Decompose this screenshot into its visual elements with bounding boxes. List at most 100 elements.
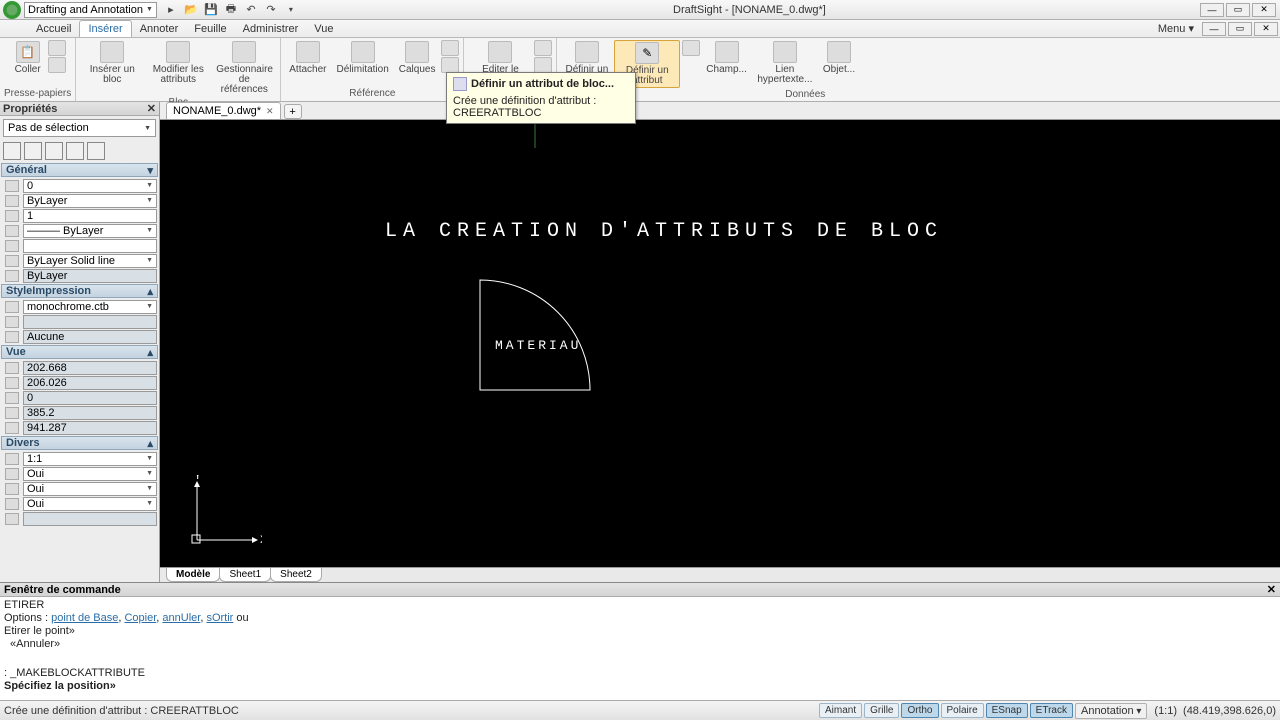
object-button[interactable]: Objet... [819,40,859,76]
section-divers[interactable]: Divers▴ [1,436,158,450]
tab-close-icon[interactable]: ✕ [266,106,274,117]
drawing-canvas[interactable]: LA CREATION D'ATTRIBUTS DE BLOC MATERIAU… [160,120,1280,567]
status-toggle-aimant[interactable]: Aimant [819,703,862,718]
field-button[interactable]: Champ... [702,40,751,76]
cut-icon[interactable] [48,40,66,56]
prop-tool-2[interactable] [24,142,42,160]
property-row[interactable]: 1 [1,208,158,223]
menu-annoter[interactable]: Annoter [132,21,187,37]
document-tab[interactable]: NONAME_0.dwg*✕ [166,102,281,119]
property-value[interactable]: 1 [23,209,157,223]
workspace-combo[interactable]: Drafting and Annotation ▼ [24,2,157,18]
property-row[interactable]: 1:1▼ [1,451,158,466]
save-icon[interactable]: 💾 [203,2,219,18]
clip-button[interactable]: Délimitation [333,40,393,76]
property-row[interactable]: ByLayer Solid line▼ [1,253,158,268]
property-row[interactable]: 941.287 [1,420,158,435]
ref-manager-button[interactable]: Gestionnaire de références [212,40,276,96]
property-value[interactable]: Aucune [23,330,157,344]
section-general[interactable]: Général▾ [1,163,158,177]
add-tab-button[interactable]: + [284,104,302,119]
property-row[interactable]: 0 [1,390,158,405]
property-value[interactable]: ByLayer [23,269,157,283]
property-row[interactable]: Oui▼ [1,481,158,496]
property-row[interactable] [1,238,158,253]
property-value[interactable]: 0 [23,391,157,405]
comp-sm2-icon[interactable] [534,57,552,73]
comp-sm1-icon[interactable] [534,40,552,56]
property-row[interactable]: Oui▼ [1,496,158,511]
hyperlink-button[interactable]: Lien hypertexte... [753,40,817,86]
menu-accueil[interactable]: Accueil [28,21,79,37]
menu-vue[interactable]: Vue [306,21,341,37]
property-value[interactable] [23,239,157,253]
property-value[interactable]: Oui▼ [23,482,157,496]
doc-close-button[interactable]: ✕ [1254,22,1278,36]
property-value[interactable]: 385.2 [23,406,157,420]
property-value[interactable]: ByLayer▼ [23,194,157,208]
property-row[interactable]: 385.2 [1,405,158,420]
property-row[interactable]: Aucune [1,329,158,344]
new-icon[interactable]: ▸ [163,2,179,18]
menu-administrer[interactable]: Administrer [235,21,307,37]
property-row[interactable]: monochrome.ctb▼ [1,299,158,314]
property-value[interactable]: 206.026 [23,376,157,390]
status-toggle-esnap[interactable]: ESnap [986,703,1028,718]
doc-maximize-button[interactable]: ▭ [1228,22,1252,36]
prop-tool-4[interactable] [66,142,84,160]
property-value[interactable]: 202.668 [23,361,157,375]
property-row[interactable]: 206.026 [1,375,158,390]
copy-icon[interactable] [48,57,66,73]
property-row[interactable]: 202.668 [1,360,158,375]
undo-icon[interactable]: ↶ [243,2,259,18]
property-row[interactable] [1,314,158,329]
prop-tool-5[interactable] [87,142,105,160]
prop-tool-3[interactable] [45,142,63,160]
menu-inserer[interactable]: Insérer [79,20,131,37]
menu-feuille[interactable]: Feuille [186,21,234,37]
redo-icon[interactable]: ↷ [263,2,279,18]
sheet-tab-1[interactable]: Sheet1 [219,568,271,582]
property-value[interactable]: 0▼ [23,179,157,193]
print-icon[interactable]: 🖶 [223,2,239,18]
open-icon[interactable]: 📂 [183,2,199,18]
status-toggle-polaire[interactable]: Polaire [941,703,984,718]
paste-button[interactable]: 📋Coller [10,40,46,76]
attach-button[interactable]: Attacher [285,40,330,76]
blk-sm-icon[interactable] [682,40,700,56]
property-value[interactable]: ByLayer Solid line▼ [23,254,157,268]
maximize-button[interactable]: ▭ [1226,3,1250,17]
status-toggle-grille[interactable]: Grille [864,703,899,718]
annotation-combo[interactable]: Annotation ▾ [1075,703,1147,719]
edit-attributes-button[interactable]: Modifier les attributs [146,40,210,86]
property-value[interactable]: Oui▼ [23,497,157,511]
status-toggle-ortho[interactable]: Ortho [901,703,938,718]
insert-block-button[interactable]: Insérer un bloc [80,40,144,86]
panel-close-icon[interactable]: ✕ [147,102,156,115]
doc-minimize-button[interactable]: — [1202,22,1226,36]
sheet-tab-model[interactable]: Modèle [166,568,220,582]
property-value[interactable] [23,315,157,329]
layers-button[interactable]: Calques [395,40,440,76]
qat-more-icon[interactable]: ▾ [283,2,299,18]
property-value[interactable]: monochrome.ctb▼ [23,300,157,314]
command-history[interactable]: ETIRER Options : point de Base, Copier, … [0,597,1280,700]
property-value[interactable]: Oui▼ [23,467,157,481]
property-row[interactable] [1,511,158,526]
selection-combo[interactable]: Pas de sélection▼ [3,119,156,137]
section-vue[interactable]: Vue▴ [1,345,158,359]
prop-tool-1[interactable] [3,142,21,160]
property-row[interactable]: ——— ByLayer▼ [1,223,158,238]
minimize-button[interactable]: — [1200,3,1224,17]
property-value[interactable] [23,512,157,526]
define-button[interactable]: Définir un [561,40,612,76]
sheet-tab-2[interactable]: Sheet2 [270,568,322,582]
menu-right[interactable]: Menu ▾ [1150,20,1202,37]
property-value[interactable]: 1:1▼ [23,452,157,466]
property-row[interactable]: 0▼ [1,178,158,193]
property-row[interactable]: ByLayer [1,268,158,283]
ref-more-icon[interactable] [441,57,459,73]
property-row[interactable]: Oui▼ [1,466,158,481]
property-value[interactable]: ——— ByLayer▼ [23,224,157,238]
status-toggle-etrack[interactable]: ETrack [1030,703,1073,718]
